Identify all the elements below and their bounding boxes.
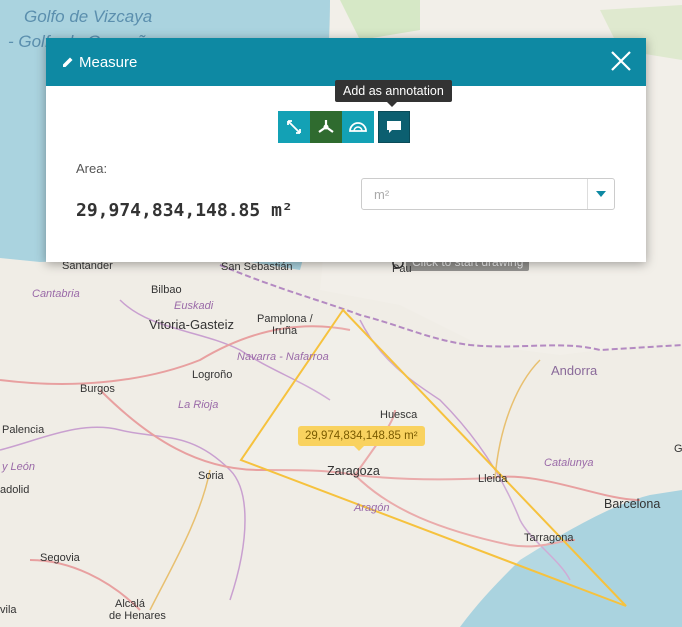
place-label: adolid: [0, 484, 29, 496]
region-label: La Rioja: [178, 399, 218, 411]
measure-area-button[interactable]: [310, 111, 342, 143]
place-label: Vitoria-Gasteiz: [149, 317, 234, 332]
region-label: Cantabria: [32, 288, 80, 300]
dialog-title: Measure: [62, 54, 137, 71]
country-label: Andorra: [551, 363, 598, 378]
place-label: Logroño: [192, 369, 232, 381]
region-label: Navarra - Nafarroa: [237, 351, 329, 363]
place-label: Pamplona /: [257, 313, 314, 325]
place-label: Burgos: [80, 383, 115, 395]
unit-select[interactable]: m²: [361, 178, 615, 210]
dialog-header: Measure: [46, 38, 646, 86]
place-label: Huesca: [380, 409, 418, 421]
annotation-tooltip: Add as annotation: [335, 80, 452, 107]
place-label: de Henares: [109, 610, 166, 622]
protractor-icon: [349, 122, 367, 132]
place-label: Lleida: [478, 473, 508, 485]
place-label: vila: [0, 604, 17, 616]
place-label: Barcelona: [604, 497, 660, 511]
place-label: Alcalá: [115, 598, 146, 610]
measure-dialog: Measure Area: 29,974,834,148.85 m² m²: [46, 38, 646, 262]
close-icon[interactable]: [610, 50, 632, 72]
ruler-icon: [287, 120, 301, 134]
region-label: Aragón: [353, 502, 389, 514]
place-label: Iruña: [272, 325, 298, 337]
place-label: Soria: [198, 470, 225, 482]
region-label: y León: [1, 461, 35, 473]
measure-length-button[interactable]: [278, 111, 310, 143]
chevron-down-icon[interactable]: [587, 179, 614, 209]
comment-icon: [387, 121, 401, 133]
measure-tooltip: 29,974,834,148.85 m²: [298, 426, 425, 451]
place-label: Palencia: [2, 424, 45, 436]
measure-angle-button[interactable]: [342, 111, 374, 143]
place-label: Tarragona: [524, 532, 574, 544]
place-label: San Sebastián: [221, 261, 293, 273]
area-label: Area:: [76, 161, 108, 176]
area-value: 29,974,834,148.85 m²: [76, 200, 293, 221]
measure-toolbar: [278, 111, 410, 143]
unit-select-value: m²: [374, 187, 390, 202]
polygon-icon: [318, 120, 334, 133]
place-label: Zaragoza: [327, 464, 380, 478]
dialog-title-text: Measure: [79, 53, 138, 71]
place-label: Bilbao: [151, 284, 182, 296]
place-label: Segovia: [40, 552, 81, 564]
pencil-icon: [63, 57, 73, 67]
place-label: G: [674, 443, 682, 455]
region-label: Catalunya: [544, 457, 594, 469]
region-label: Euskadi: [174, 300, 214, 312]
add-annotation-button[interactable]: [378, 111, 410, 143]
sea-label: Golfo de Vizcaya: [24, 7, 152, 26]
